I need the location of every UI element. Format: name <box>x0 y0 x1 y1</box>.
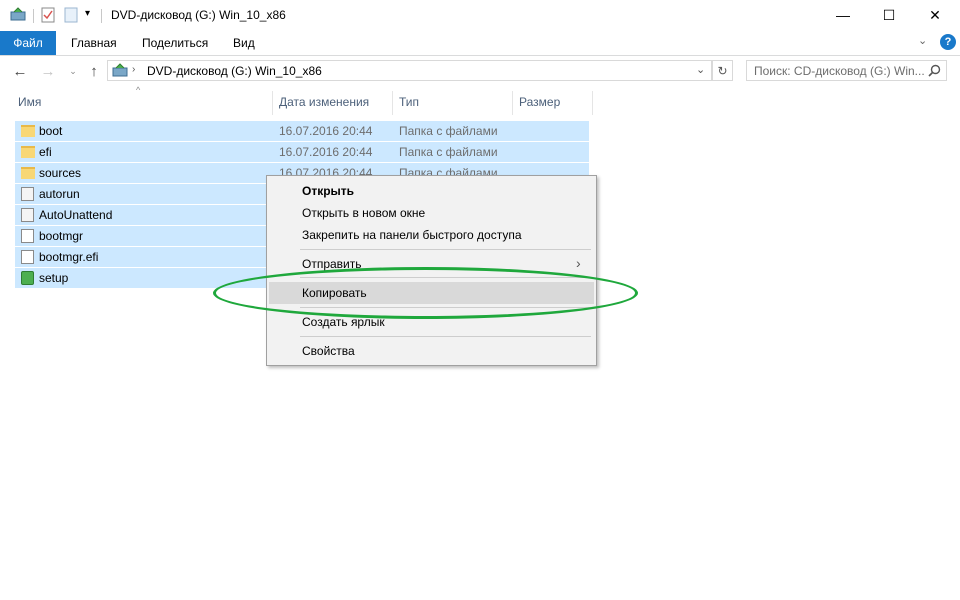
properties-icon[interactable] <box>41 7 55 23</box>
search-icon[interactable] <box>928 64 941 77</box>
tab-view[interactable]: Вид <box>233 31 255 55</box>
file-name: autorun <box>39 187 80 201</box>
file-date: 16.07.2016 20:44 <box>279 145 373 159</box>
setup-icon <box>21 271 34 285</box>
file-name: bootmgr <box>39 229 84 243</box>
address-path[interactable]: DVD-дисковод (G:) Win_10_x86 <box>147 64 322 78</box>
maximize-button[interactable]: ☐ <box>866 0 912 30</box>
folder-icon <box>21 146 35 158</box>
column-header-size[interactable]: Размер <box>513 91 593 115</box>
forward-icon[interactable]: → <box>39 62 57 80</box>
highlight-ellipse <box>213 267 638 319</box>
search-input[interactable]: Поиск: CD-дисковод (G:) Win... <box>746 60 947 81</box>
file-icon <box>21 229 34 243</box>
separator <box>101 9 102 23</box>
menu-item-pin-quick-access[interactable]: Закрепить на панели быстрого доступа <box>269 224 594 246</box>
xml-file-icon <box>21 208 34 222</box>
ribbon-tabs: Файл Главная Поделиться Вид ⌄ ? <box>0 31 960 56</box>
file-type: Папка с файлами <box>399 145 498 159</box>
file-name: boot <box>39 124 63 138</box>
tab-file[interactable]: Файл <box>0 31 56 55</box>
file-name: sources <box>39 166 82 180</box>
new-folder-icon[interactable] <box>64 7 78 23</box>
search-placeholder: Поиск: CD-дисковод (G:) Win... <box>754 64 925 78</box>
menu-item-open[interactable]: Открыть <box>269 180 594 202</box>
help-icon[interactable]: ? <box>940 34 956 50</box>
file-name: efi <box>39 145 52 159</box>
minimize-button[interactable]: — <box>820 0 866 30</box>
folder-icon <box>21 167 35 179</box>
breadcrumb-chevron-icon[interactable]: › <box>132 64 135 75</box>
file-date: 16.07.2016 20:44 <box>279 124 373 138</box>
menu-separator <box>300 249 591 250</box>
settings-file-icon <box>21 187 34 201</box>
tab-share[interactable]: Поделиться <box>142 31 208 55</box>
file-name: setup <box>39 271 69 285</box>
file-row[interactable]: boot 16.07.2016 20:44 Папка с файлами <box>15 121 589 141</box>
menu-item-open-new-window[interactable]: Открыть в новом окне <box>269 202 594 224</box>
close-button[interactable]: ✕ <box>912 0 958 30</box>
customize-toolbar-icon[interactable]: ▾ <box>85 8 90 19</box>
separator <box>33 9 34 23</box>
window-title: DVD-дисковод (G:) Win_10_x86 <box>111 8 286 22</box>
folder-icon <box>21 125 35 137</box>
file-type: Папка с файлами <box>399 124 498 138</box>
column-header-date[interactable]: Дата изменения <box>273 91 393 115</box>
recent-locations-icon[interactable]: ⌄ <box>64 62 82 80</box>
column-header-type[interactable]: Тип <box>393 91 513 115</box>
file-name: bootmgr.efi <box>39 250 99 264</box>
file-row[interactable]: efi 16.07.2016 20:44 Папка с файлами <box>15 142 589 162</box>
refresh-icon[interactable]: ↻ <box>712 60 733 81</box>
back-icon[interactable]: ← <box>11 62 29 80</box>
drive-icon <box>112 63 128 77</box>
up-icon[interactable]: ↑ <box>85 62 103 80</box>
title-bar: ▾ DVD-дисковод (G:) Win_10_x86 — ☐ ✕ <box>0 0 960 31</box>
file-icon <box>21 250 34 264</box>
address-bar[interactable]: › DVD-дисковод (G:) Win_10_x86 ⌄ <box>107 60 712 81</box>
submenu-chevron-icon: › <box>576 255 581 271</box>
file-name: AutoUnattend <box>39 208 113 222</box>
tab-home[interactable]: Главная <box>71 31 117 55</box>
menu-separator <box>300 336 591 337</box>
menu-item-properties[interactable]: Свойства <box>269 340 594 362</box>
address-dropdown-icon[interactable]: ⌄ <box>696 63 705 76</box>
column-header-name[interactable]: Имя <box>12 91 273 115</box>
drive-icon[interactable] <box>10 7 26 21</box>
expand-ribbon-icon[interactable]: ⌄ <box>918 34 927 47</box>
